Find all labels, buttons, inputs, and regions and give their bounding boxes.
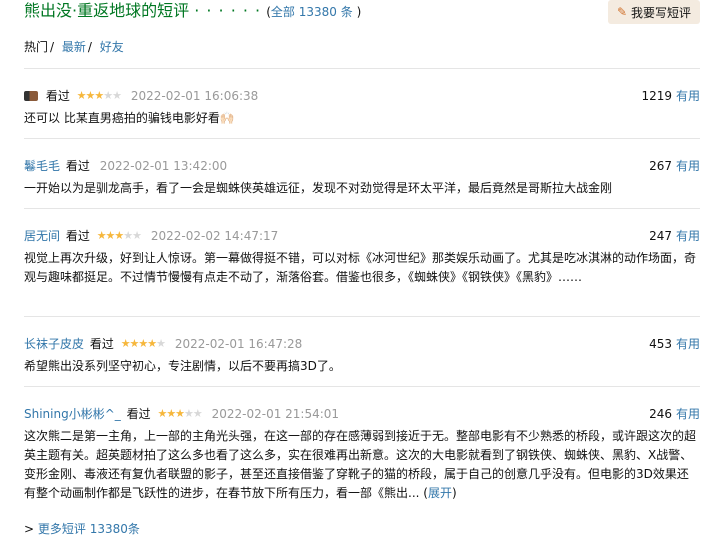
review-meta: 看过 ★★★★★ 2022-02-01 16:06:38 1219 有用 (24, 88, 700, 104)
review-meta: 长袜子皮皮 看过 ★★★★★ 2022-02-01 16:47:28 453 有用 (24, 336, 700, 352)
tab-latest[interactable]: 最新 (62, 40, 86, 54)
review-meta: 居无间 看过 ★★★★★ 2022-02-02 14:47:17 247 有用 (24, 228, 700, 244)
title-dots: · · · · · · (194, 1, 262, 20)
watch-status: 看过 (65, 229, 90, 243)
review-item: 居无间 看过 ★★★★★ 2022-02-02 14:47:17 247 有用 视… (24, 208, 700, 287)
useful-button[interactable]: 有用 (676, 89, 700, 103)
watch-status: 看过 (45, 89, 70, 103)
useful-button[interactable]: 有用 (676, 229, 700, 243)
review-text: 还可以 比某直男癌拍的骗钱电影好看🙌🏻 (24, 111, 235, 125)
useful-button[interactable]: 有用 (676, 407, 700, 421)
vote-count: 246 (649, 407, 672, 421)
watch-status: 看过 (126, 407, 151, 421)
vote-area: 247 有用 (649, 228, 700, 244)
vote-area: 267 有用 (649, 158, 700, 174)
rating-stars: ★★★★★ (157, 407, 202, 420)
write-review-label: 我要写短评 (631, 5, 692, 20)
review-user[interactable]: 长袜子皮皮 (24, 337, 84, 351)
review-time: 2022-02-01 13:42:00 (99, 159, 228, 173)
review-time: 2022-02-01 16:06:38 (130, 89, 259, 103)
useful-button[interactable]: 有用 (676, 159, 700, 173)
tab-friends[interactable]: 好友 (100, 40, 124, 54)
pencil-icon: ✎ (616, 5, 628, 19)
watch-status: 看过 (65, 159, 90, 173)
avatar[interactable] (24, 91, 38, 101)
vote-count: 267 (649, 159, 672, 173)
review-time: 2022-02-02 14:47:17 (150, 229, 279, 243)
review-text-body: 这次熊二是第一主角，上一部的主角光头强，在这一部的存在感薄弱到接近于无。整部电影… (24, 429, 697, 500)
chevron-right-icon: > (24, 522, 35, 536)
total-count: (全部 13380 条 ) (266, 5, 362, 19)
vote-count: 453 (649, 337, 672, 351)
rating-stars: ★★★★★ (76, 89, 122, 102)
all-comments-link[interactable]: 全部 13380 条 (271, 5, 353, 19)
rating-stars: ★★★★★ (96, 229, 142, 242)
review-item: 鬈毛毛 看过 2022-02-01 13:42:00 267 有用 一开始以为是驯… (24, 138, 700, 198)
vote-area: 453 有用 (649, 336, 700, 352)
vote-area: 1219 有用 (641, 88, 700, 104)
vote-area: 246 有用 (649, 406, 700, 422)
review-item: Shining小彬彬^_ 看过 ★★★★★ 2022-02-01 21:54:0… (24, 386, 700, 503)
review-text: 视觉上再次升级，好到让人惊讶。第一幕做得挺不错，可以对标《冰河世纪》那类娱乐动画… (24, 251, 697, 284)
review-item: 长袜子皮皮 看过 ★★★★★ 2022-02-01 16:47:28 453 有用… (24, 316, 700, 376)
more-comments: > 更多短评 13380条 (24, 520, 140, 537)
review-time: 2022-02-01 21:54:01 (211, 407, 340, 421)
review-user[interactable]: Shining小彬彬^_ (24, 407, 121, 421)
comments-header: 熊出没·重返地球的短评 · · · · · · (全部 13380 条 ) ✎ … (24, 0, 704, 26)
review-item: 看过 ★★★★★ 2022-02-01 16:06:38 1219 有用 还可以 … (24, 68, 700, 128)
more-comments-link[interactable]: 更多短评 13380条 (38, 522, 140, 536)
write-review-button[interactable]: ✎ 我要写短评 (608, 0, 700, 24)
title-text: 熊出没·重返地球的短评 (24, 1, 190, 20)
rating-stars: ★★★★★ (120, 337, 166, 350)
watch-status: 看过 (89, 337, 114, 351)
review-text: 一开始以为是驯龙高手，看了一会是蜘蛛侠英雄远征，发现不对劲觉得是环太平洋，最后竟… (24, 181, 613, 195)
vote-count: 247 (649, 229, 672, 243)
review-user[interactable]: 鬈毛毛 (24, 159, 60, 173)
useful-button[interactable]: 有用 (676, 337, 700, 351)
expand-link[interactable]: 展开 (428, 486, 452, 500)
tab-hot[interactable]: 热门 (24, 40, 48, 54)
review-meta: 鬈毛毛 看过 2022-02-01 13:42:00 267 有用 (24, 158, 700, 174)
review-text: 这次熊二是第一主角，上一部的主角光头强，在这一部的存在感薄弱到接近于无。整部电影… (24, 429, 697, 500)
review-text: 希望熊出没系列坚守初心，专注剧情，以后不要再搞3D了。 (24, 359, 341, 373)
review-meta: Shining小彬彬^_ 看过 ★★★★★ 2022-02-01 21:54:0… (24, 406, 700, 422)
review-user[interactable]: 居无间 (24, 229, 60, 243)
review-time: 2022-02-01 16:47:28 (174, 337, 303, 351)
page-title: 熊出没·重返地球的短评 · · · · · · (全部 13380 条 ) (24, 0, 361, 23)
sort-tabs: 热门 / 最新 / 好友 (24, 40, 124, 54)
vote-count: 1219 (641, 89, 672, 103)
